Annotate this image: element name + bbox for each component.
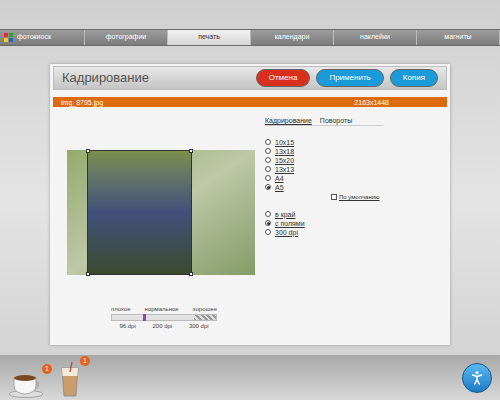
- default-checkbox[interactable]: По умолчанию: [331, 194, 383, 200]
- radio-option[interactable]: A5: [265, 183, 383, 191]
- radio-option[interactable]: с полями: [265, 219, 383, 227]
- latte-glass-icon[interactable]: [58, 362, 82, 398]
- header-button[interactable]: Применить: [316, 69, 383, 87]
- radio-icon[interactable]: [265, 166, 271, 172]
- nav-tab[interactable]: календари: [251, 30, 334, 45]
- file-bar: img_8795.jpg2163x1448: [53, 97, 447, 107]
- panel-title: Кадрирование: [62, 68, 149, 88]
- person-icon: [468, 369, 486, 387]
- format-list: 10x1513x1815x2013x13A4A5: [265, 138, 383, 191]
- radio-option[interactable]: в край: [265, 210, 383, 218]
- radio-option[interactable]: 10x15: [265, 138, 383, 146]
- logo-tab[interactable]: фотокиоск: [0, 30, 85, 45]
- help-button[interactable]: [462, 363, 492, 393]
- photo: [67, 150, 255, 275]
- fit-list: в крайс полями300 dpi: [265, 210, 383, 236]
- editor-body: плохоенормальноехорошее96 dpi200 dpi300 …: [53, 107, 447, 345]
- nav-tab[interactable]: печать: [168, 30, 251, 45]
- app-window: фотокиоскфотографиипечатькалендаринаклей…: [0, 0, 500, 400]
- radio-icon[interactable]: [265, 157, 271, 163]
- radio-icon[interactable]: [265, 148, 271, 154]
- coffee-cup-icon[interactable]: [8, 370, 44, 398]
- crop-box[interactable]: [87, 150, 192, 275]
- radio-option[interactable]: 300 dpi: [265, 228, 383, 236]
- tray-badge: 1: [80, 356, 90, 366]
- radio-icon[interactable]: [265, 184, 271, 190]
- radio-icon[interactable]: [265, 211, 271, 217]
- tray-badge: 1: [42, 364, 52, 374]
- preview-column: плохоенормальноехорошее96 dpi200 dpi300 …: [53, 107, 263, 345]
- nav-tab[interactable]: фотографии: [85, 30, 168, 45]
- logo-icon: [4, 33, 13, 42]
- tray-item[interactable]: 1: [8, 366, 48, 398]
- radio-option[interactable]: 13x18: [265, 147, 383, 155]
- subtabs: Кадрирование Повороты: [265, 117, 383, 126]
- quality-control: плохоенормальноехорошее96 dpi200 dpi300 …: [111, 306, 217, 329]
- subtab[interactable]: Повороты: [320, 117, 352, 124]
- nav-tab[interactable]: магниты: [417, 30, 500, 45]
- panel-header: Кадрирование Отмена Применить Копия: [53, 66, 447, 90]
- quality-slider[interactable]: [111, 314, 217, 321]
- radio-icon[interactable]: [265, 229, 271, 235]
- header-button[interactable]: Отмена: [256, 69, 311, 87]
- radio-icon[interactable]: [265, 175, 271, 181]
- bottom-bar: 11: [0, 355, 500, 400]
- tray-item[interactable]: 1: [58, 358, 86, 398]
- nav-tab[interactable]: наклейки: [334, 30, 417, 45]
- radio-option[interactable]: A4: [265, 174, 383, 182]
- crop-panel: Кадрирование Отмена Применить Копия img_8795…: [50, 64, 450, 345]
- top-bar: фотокиоскфотографиипечатькалендаринаклей…: [0, 0, 500, 64]
- tab-strip: фотокиоскфотографиипечатькалендаринаклей…: [0, 29, 500, 46]
- content-area: Кадрирование Отмена Применить Копия img_8795…: [0, 64, 500, 345]
- checkbox-icon[interactable]: [331, 194, 337, 200]
- header-button[interactable]: Копия: [390, 69, 438, 87]
- radio-icon[interactable]: [265, 220, 271, 226]
- tray: 11: [8, 358, 86, 398]
- slider-thumb[interactable]: [143, 314, 146, 321]
- options-column: Кадрирование Повороты 10x1513x1815x2013x13…: [263, 107, 383, 345]
- radio-icon[interactable]: [265, 139, 271, 145]
- subtab[interactable]: Кадрирование: [265, 117, 312, 124]
- radio-option[interactable]: 13x13: [265, 165, 383, 173]
- radio-option[interactable]: 15x20: [265, 156, 383, 164]
